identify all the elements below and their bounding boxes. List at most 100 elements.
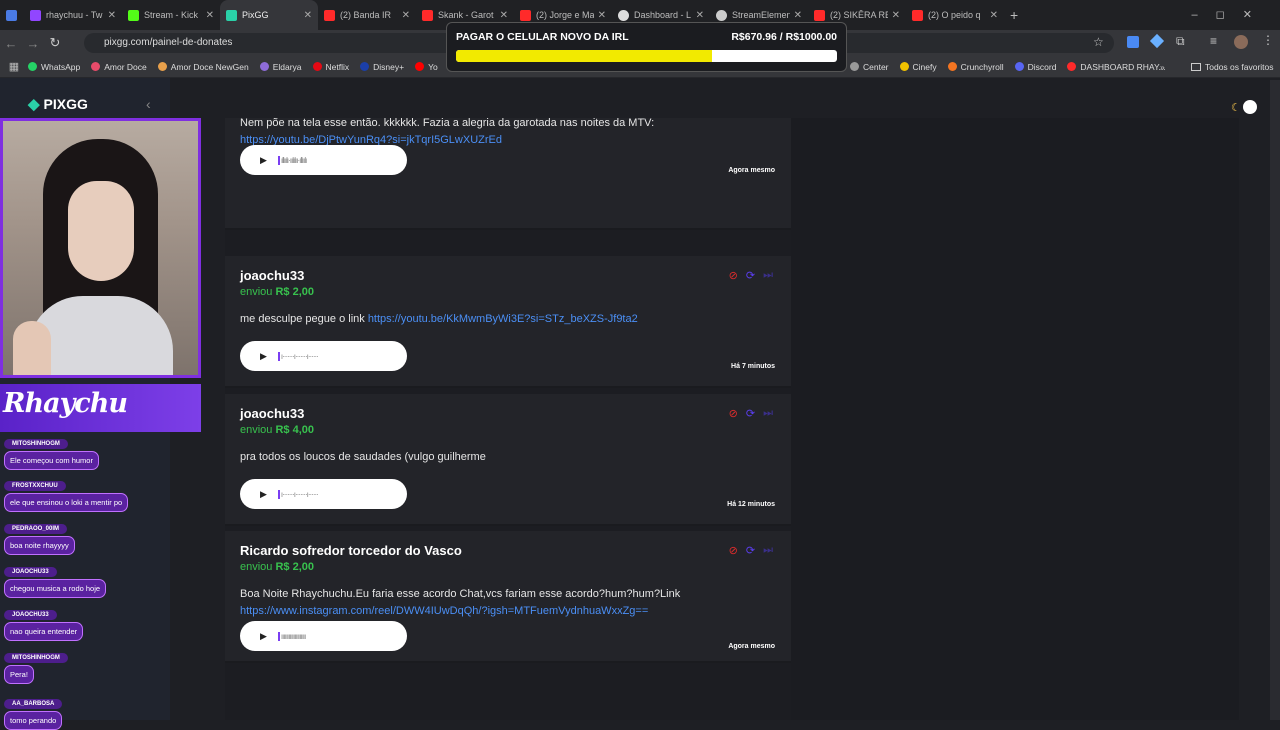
all-bookmarks[interactable]: Todos os favoritos bbox=[1191, 62, 1274, 72]
audio-player[interactable]: ▶ ı·······ı·······ı······ bbox=[240, 479, 407, 509]
new-tab-button[interactable]: + bbox=[1004, 0, 1028, 30]
close-icon[interactable]: ✕ bbox=[696, 10, 704, 21]
twitch-icon bbox=[30, 9, 41, 21]
reload-icon[interactable]: ↻ bbox=[44, 35, 66, 51]
bookmark-item[interactable]: Cinefy bbox=[899, 62, 937, 72]
donation-actions: ⊘ ⟳ ⏭ bbox=[721, 544, 773, 557]
skip-icon[interactable]: ⏭ bbox=[763, 544, 773, 557]
replay-icon[interactable]: ⟳ bbox=[746, 269, 755, 282]
chat-username: JOAOCHU33 bbox=[4, 567, 57, 577]
skip-icon[interactable]: ⏭ bbox=[763, 269, 773, 282]
audio-player[interactable]: ▶ ıllıılı·ıılılıı·ıllıılı bbox=[240, 145, 407, 175]
chat-message: MITOSHINHOGM Ele começou com humor bbox=[4, 432, 99, 470]
chat-message: JOAOCHU33 chegou musica a rodo hoje bbox=[4, 560, 107, 598]
ban-icon[interactable]: ⊘ bbox=[729, 544, 738, 557]
tab-kick[interactable]: Stream - Kick ✕ bbox=[122, 0, 220, 30]
chat-text: ele que ensinou o loki a mentir po bbox=[4, 493, 129, 512]
globe-icon bbox=[618, 9, 629, 21]
chat-text: Ele começou com humor bbox=[4, 451, 99, 470]
tab-twitch[interactable]: rhaychuu - Tw ✕ bbox=[24, 0, 122, 30]
star-icon[interactable]: ☆ bbox=[1093, 35, 1104, 49]
bookmark-item[interactable]: Yo bbox=[415, 62, 438, 72]
bookmark-item[interactable]: Crunchyroll bbox=[947, 62, 1004, 72]
donation-amount: R$ 2,00 bbox=[275, 286, 315, 298]
close-icon[interactable]: ✕ bbox=[990, 10, 998, 21]
goal-widget: PAGAR O CELULAR NOVO DA IRL R$670.96 / R$… bbox=[446, 22, 847, 72]
replay-icon[interactable]: ⟳ bbox=[746, 407, 755, 420]
donation-link[interactable]: https://youtu.be/KkMwmByWi3E?si=STz_beXZ… bbox=[368, 313, 638, 325]
bookmark-item[interactable]: WhatsApp bbox=[28, 62, 80, 72]
forward-icon[interactable]: → bbox=[22, 36, 44, 51]
avatar[interactable] bbox=[1234, 35, 1248, 49]
ban-icon[interactable]: ⊘ bbox=[729, 269, 738, 282]
play-icon[interactable]: ▶ bbox=[260, 489, 267, 500]
media-icon[interactable]: ≡ bbox=[1210, 34, 1217, 48]
bookmark-item[interactable]: Center bbox=[850, 62, 889, 72]
donation-message: me desculpe pegue o link https://youtu.b… bbox=[240, 313, 638, 325]
bookmark-item[interactable]: Disney+ bbox=[360, 62, 404, 72]
bookmark-item[interactable]: Amor Doce NewGen bbox=[157, 62, 249, 72]
donation-link[interactable]: https://www.instagram.com/reel/DWW4IUwDq… bbox=[240, 605, 648, 617]
tab-youtube[interactable]: (2) Banda IR ✕ bbox=[318, 0, 416, 30]
audio-player[interactable]: ▶ ı·······ı·······ı······ bbox=[240, 341, 407, 371]
youtube-icon bbox=[912, 9, 923, 21]
close-icon[interactable]: ✕ bbox=[108, 10, 116, 21]
chat-message: PEDRAOO_00IM boa noite rhayyyy bbox=[4, 517, 75, 555]
bookmark-item[interactable]: Amor Doce bbox=[91, 62, 147, 72]
bookmark-item[interactable]: Eldarya bbox=[259, 62, 302, 72]
play-icon[interactable]: ▶ bbox=[260, 155, 267, 166]
tab-pinned[interactable] bbox=[0, 0, 24, 30]
donor-name: joaochu33 bbox=[240, 406, 305, 421]
more-bookmarks-icon[interactable]: » bbox=[1160, 62, 1165, 72]
donation-message: Boa Noite Rhaychuchu.Eu faria esse acord… bbox=[240, 588, 681, 617]
webcam-overlay bbox=[0, 118, 201, 378]
window-controls[interactable]: –◻✕ bbox=[1192, 8, 1270, 21]
audio-waveform[interactable]: ıllıılı·ıılılıı·ıllıılı bbox=[277, 155, 307, 165]
play-icon[interactable]: ▶ bbox=[260, 351, 267, 362]
tab-pixgg[interactable]: PixGG ✕ bbox=[220, 0, 318, 30]
bookmark-icon bbox=[360, 62, 370, 71]
collapse-sidebar-button[interactable]: ‹ bbox=[146, 96, 151, 112]
close-icon[interactable]: ✕ bbox=[598, 10, 606, 21]
audio-waveform[interactable]: ı·······ı·······ı······ bbox=[277, 351, 319, 361]
bookmark-icon bbox=[850, 62, 859, 71]
skip-icon[interactable]: ⏭ bbox=[763, 407, 773, 420]
bookmark-item[interactable]: Discord bbox=[1014, 62, 1056, 72]
back-icon[interactable]: ← bbox=[0, 36, 22, 51]
close-icon[interactable]: ✕ bbox=[206, 10, 214, 21]
youtube-icon bbox=[422, 9, 433, 21]
chat-text: boa noite rhayyyy bbox=[4, 536, 75, 555]
close-icon[interactable]: ✕ bbox=[402, 10, 410, 21]
scrollbar[interactable] bbox=[1270, 80, 1280, 720]
tab-youtube[interactable]: (2) O peido q ✕ bbox=[906, 0, 1004, 30]
bookmark-icon bbox=[28, 62, 37, 71]
extension-icon[interactable] bbox=[1149, 33, 1165, 49]
theme-toggle[interactable]: ☾ bbox=[1231, 100, 1257, 114]
menu-icon[interactable]: ⋮ bbox=[1262, 33, 1274, 47]
play-icon[interactable]: ▶ bbox=[260, 631, 267, 642]
chat-text: Pera! bbox=[4, 665, 34, 684]
donation-amount: R$ 2,00 bbox=[275, 561, 315, 573]
chat-message: AA_BARBOSA tomo perando bbox=[4, 692, 63, 730]
close-icon[interactable]: ✕ bbox=[500, 10, 508, 21]
audio-waveform[interactable]: ıııııııııııııııııııı bbox=[277, 631, 306, 641]
download-icon[interactable] bbox=[1127, 36, 1139, 48]
bookmark-icon bbox=[899, 62, 909, 71]
audio-player[interactable]: ▶ ıııııııııııııııııııı bbox=[240, 621, 407, 651]
replay-icon[interactable]: ⟳ bbox=[746, 544, 755, 557]
ban-icon[interactable]: ⊘ bbox=[729, 407, 738, 420]
donations-feed: enviou R$ 5,01Nem põe na tela esse então… bbox=[225, 118, 791, 720]
bookmark-item[interactable]: Netflix bbox=[312, 62, 349, 72]
right-panel bbox=[791, 118, 1239, 720]
close-icon[interactable]: ✕ bbox=[304, 10, 312, 21]
apps-icon[interactable]: ▦ bbox=[0, 60, 28, 73]
close-icon[interactable]: ✕ bbox=[892, 10, 900, 21]
bookmark-item[interactable]: DASHBOARD RHAY... bbox=[1067, 62, 1166, 72]
puzzle-icon[interactable]: ⧉ bbox=[1176, 34, 1185, 49]
close-icon[interactable]: ✕ bbox=[794, 10, 802, 21]
donation-time: Agora mesmo bbox=[728, 167, 775, 174]
audio-waveform[interactable]: ı·······ı·······ı······ bbox=[277, 489, 319, 499]
donation-actions: ⊘ ⟳ ⏭ bbox=[721, 407, 773, 420]
chat-message: FROSTXXCHUU ele que ensinou o loki a ment… bbox=[4, 474, 129, 512]
youtube-icon bbox=[814, 9, 825, 21]
